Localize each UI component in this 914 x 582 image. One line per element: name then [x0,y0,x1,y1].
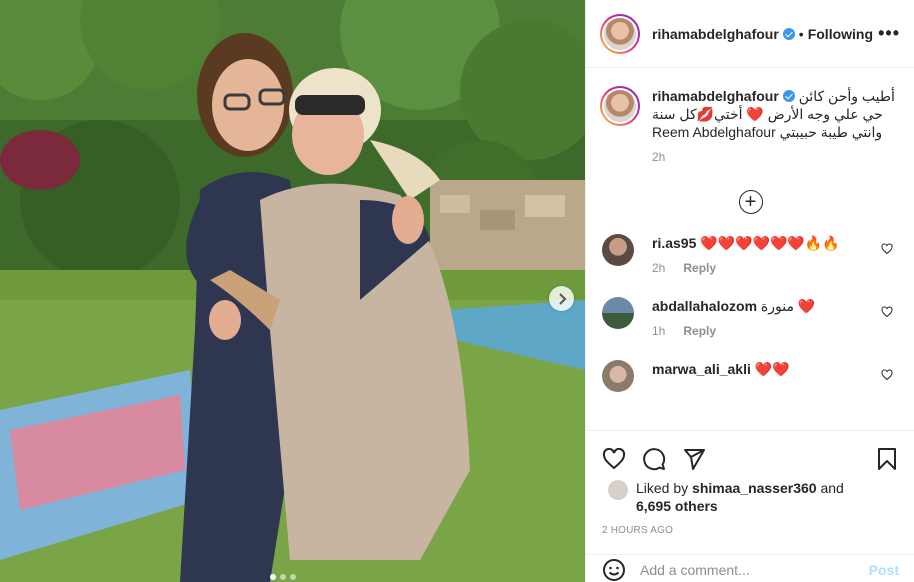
liker-avatar[interactable] [608,480,628,500]
action-bar [586,431,914,477]
comment-username-link[interactable]: abdallahalozom [652,298,757,314]
comment-item: marwa_ali_akli ❤️❤️ [586,360,914,392]
separator-dot: • [798,25,804,42]
comment-text: منورة ❤️ [760,298,816,314]
load-more-comments-button[interactable]: + [738,190,763,214]
avatar-image [604,17,636,50]
comment-item: ri.as95 ❤️❤️❤️❤️❤️❤️🔥🔥 2h Reply [586,234,914,275]
comment-timestamp[interactable]: 1h [652,324,665,338]
bookmark-icon[interactable] [875,447,899,471]
likes-text: Liked by shimaa_nasser360 and 6,695 othe… [636,479,844,515]
comment-avatar[interactable] [602,360,634,392]
heart-outline-icon[interactable] [881,242,893,258]
heart-outline-icon[interactable] [881,305,893,321]
post-side-panel: rihamabdelghafour • Following ••• rihama… [585,0,914,582]
comments-section[interactable]: rihamabdelghafour أطيب وأحن كائن حي علي … [586,69,914,430]
plus-circle-icon: + [744,191,757,213]
comment-avatar[interactable] [602,234,634,266]
heart-outline-icon[interactable] [881,368,893,384]
add-comment-bar: Post [586,554,914,582]
comment-item: abdallahalozom منورة ❤️ 1h Reply [586,297,914,338]
caption-text: rihamabdelghafour أطيب وأحن كائن حي علي … [652,87,899,141]
smiley-icon[interactable] [602,558,626,582]
post-comment-button[interactable]: Post [869,562,899,578]
photo-scene [0,0,585,582]
avatar-image [604,90,636,122]
author-avatar[interactable] [600,13,640,54]
reply-button[interactable]: Reply [683,324,716,338]
chevron-right-icon [558,292,566,305]
carousel-indicator [270,574,296,580]
verified-icon [782,90,795,102]
liker-username-link[interactable]: shimaa_nasser360 [692,480,817,496]
liked-by-and: and [820,480,844,496]
post-timestamp[interactable]: 2 HOURS AGO [586,515,914,536]
add-comment-input[interactable] [640,561,869,578]
comment-timestamp[interactable]: 2h [652,261,665,275]
comment-icon[interactable] [642,447,666,471]
carousel-next-button[interactable] [549,286,574,311]
post-photo[interactable] [0,0,585,582]
likes-summary: Liked by shimaa_nasser360 and 6,695 othe… [586,477,914,515]
comment-username-link[interactable]: marwa_ali_akli [652,361,751,377]
author-username-link[interactable]: rihamabdelghafour [652,26,779,42]
post-header: rihamabdelghafour • Following ••• [586,0,914,68]
caption-username-link[interactable]: rihamabdelghafour [652,88,779,104]
comment-text: ❤️❤️❤️❤️❤️❤️🔥🔥 [700,235,840,251]
carousel-dot [280,574,286,580]
liked-by-others-link[interactable]: 6,695 others [636,498,718,514]
carousel-dot [290,574,296,580]
carousel-dot [270,574,276,580]
post-actions: Liked by shimaa_nasser360 and 6,695 othe… [586,430,914,582]
liked-by-prefix: Liked by [636,480,689,496]
caption-timestamp[interactable]: 2h [652,150,899,164]
caption-avatar[interactable] [600,86,640,126]
verified-icon [782,27,795,40]
share-icon[interactable] [682,447,706,471]
comment-username-link[interactable]: ri.as95 [652,235,696,251]
heart-outline-icon[interactable] [602,447,626,471]
reply-button[interactable]: Reply [683,261,716,275]
more-icon[interactable]: ••• [878,23,900,44]
post-caption: rihamabdelghafour أطيب وأحن كائن حي علي … [586,69,914,164]
following-button[interactable]: Following [808,26,873,42]
comment-avatar[interactable] [602,297,634,329]
comment-text: ❤️❤️ [754,361,790,377]
